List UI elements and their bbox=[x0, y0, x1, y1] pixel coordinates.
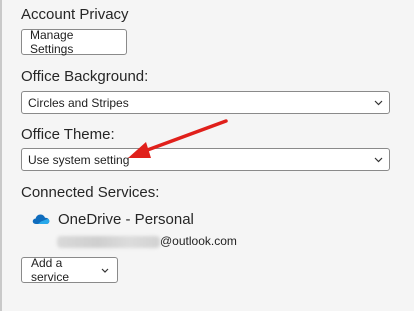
onedrive-service-name: OneDrive - Personal bbox=[58, 211, 194, 228]
office-theme-value: Use system setting bbox=[28, 152, 130, 167]
add-service-button[interactable]: Add a service bbox=[21, 256, 118, 284]
onedrive-email-domain: @outlook.com bbox=[160, 234, 237, 248]
add-service-label: Add a service bbox=[31, 256, 70, 284]
office-theme-select[interactable]: Use system setting bbox=[21, 148, 390, 171]
redacted-email-user bbox=[57, 236, 160, 248]
account-settings-panel: Account Privacy Manage Settings Office B… bbox=[0, 0, 414, 311]
office-background-value: Circles and Stripes bbox=[28, 95, 129, 110]
office-background-select[interactable]: Circles and Stripes bbox=[21, 91, 390, 114]
office-theme-heading: Office Theme: bbox=[21, 126, 115, 143]
panel-border bbox=[0, 0, 2, 311]
account-privacy-heading: Account Privacy bbox=[21, 6, 129, 23]
manage-settings-label: Manage Settings bbox=[30, 28, 74, 56]
chevron-down-icon bbox=[374, 155, 383, 164]
chevron-down-icon bbox=[374, 98, 383, 107]
connected-services-heading: Connected Services: bbox=[21, 184, 160, 201]
onedrive-cloud-icon bbox=[32, 214, 50, 224]
chevron-down-icon bbox=[101, 268, 109, 273]
office-background-heading: Office Background: bbox=[21, 68, 149, 85]
manage-settings-button[interactable]: Manage Settings bbox=[21, 28, 127, 56]
